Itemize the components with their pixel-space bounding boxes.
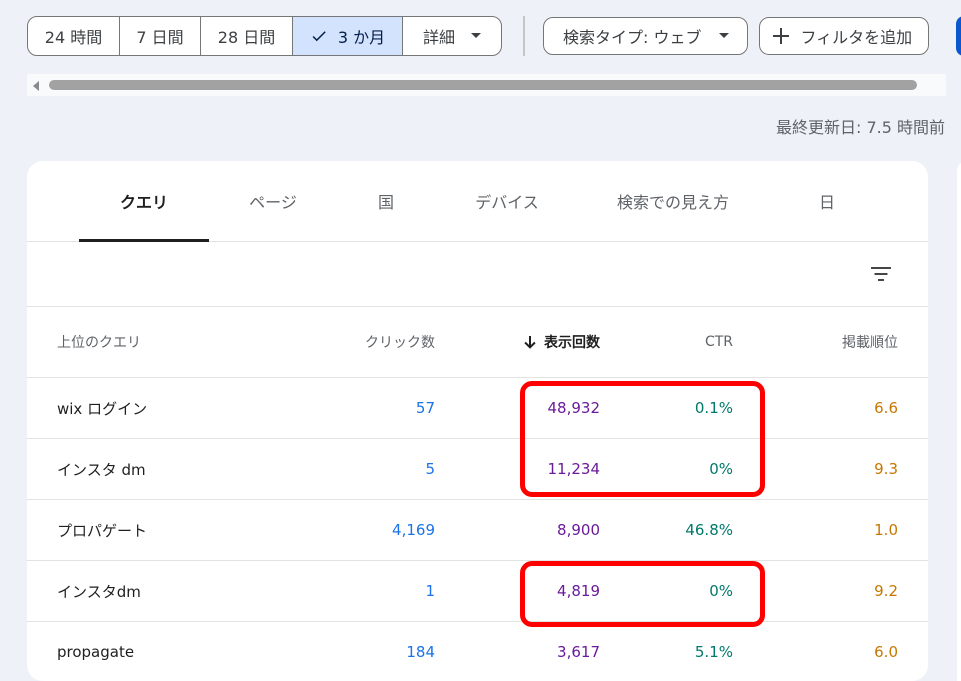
ctr-cell: 0% <box>709 582 733 600</box>
column-header-ctr[interactable]: CTR <box>705 307 733 377</box>
tab-search-appearance[interactable]: 検索での見え方 <box>599 161 747 241</box>
query-cell: インスタdm <box>57 582 141 601</box>
range-label: 28 日間 <box>217 28 276 47</box>
impressions-cell: 3,617 <box>557 643 600 661</box>
search-type-dropdown[interactable]: 検索タイプ: ウェブ <box>543 17 749 55</box>
range-24h-button[interactable]: 24 時間 <box>28 17 120 55</box>
tab-label: 国 <box>377 193 394 212</box>
last-updated-text: 最終更新日: 7.5 時間前 <box>775 118 945 137</box>
filter-bar: 24 時間 7 日間 28 日間 3 か月 詳細 検索タイプ: ウェブ フィルタ… <box>27 16 930 56</box>
tab-queries[interactable]: クエリ <box>79 161 209 242</box>
horizontal-scrollbar[interactable] <box>27 74 946 96</box>
column-header-impressions[interactable]: 表示回数 <box>522 307 600 377</box>
chevron-down-icon <box>719 33 730 39</box>
export-button-edge[interactable] <box>956 16 961 56</box>
tab-label: 検索での見え方 <box>616 193 729 212</box>
clicks-cell: 57 <box>415 399 435 417</box>
impressions-cell: 48,932 <box>547 399 601 417</box>
impressions-cell: 4,819 <box>557 582 600 600</box>
scroll-left-arrow-icon[interactable] <box>33 81 39 91</box>
toolbar-divider <box>523 16 525 56</box>
range-28d-button[interactable]: 28 日間 <box>201 17 293 55</box>
range-7d-button[interactable]: 7 日間 <box>120 17 201 55</box>
table-row[interactable]: プロパゲート 4,169 8,900 46.8% 1.0 <box>27 500 928 561</box>
tab-label: デバイス <box>475 193 539 212</box>
query-cell: wix ログイン <box>57 399 148 418</box>
search-type-label: 検索タイプ: ウェブ <box>563 28 702 47</box>
ctr-cell: 46.8% <box>685 521 733 539</box>
ctr-cell: 0.1% <box>694 399 733 417</box>
range-label: 3 か月 <box>337 28 386 47</box>
range-custom-button[interactable]: 詳細 <box>403 17 501 55</box>
ctr-cell: 5.1% <box>694 643 733 661</box>
filter-rows-icon[interactable] <box>869 262 893 286</box>
table-toolbar <box>27 242 928 307</box>
query-cell: propagate <box>57 643 135 661</box>
impressions-cell: 11,234 <box>547 460 601 478</box>
tab-countries[interactable]: 国 <box>345 161 427 241</box>
query-cell: プロパゲート <box>57 521 148 540</box>
clicks-cell: 5 <box>425 460 435 478</box>
clicks-cell: 184 <box>406 643 435 661</box>
check-icon <box>310 27 328 45</box>
table-row[interactable]: インスタ dm 5 11,234 0% 9.3 <box>27 439 928 500</box>
column-header-query[interactable]: 上位のクエリ <box>57 307 141 377</box>
position-cell: 1.0 <box>874 521 898 539</box>
column-header-clicks[interactable]: クリック数 <box>365 307 435 377</box>
plus-icon <box>772 27 790 45</box>
date-range-group: 24 時間 7 日間 28 日間 3 か月 詳細 <box>27 16 502 56</box>
performance-card: クエリ ページ 国 デバイス 検索での見え方 日 上位のクエリ クリック数 表示… <box>27 161 928 681</box>
position-cell: 6.0 <box>874 643 898 661</box>
column-header-position[interactable]: 掲載順位 <box>842 307 898 377</box>
position-cell: 6.6 <box>874 399 898 417</box>
range-3m-button[interactable]: 3 か月 <box>293 17 403 55</box>
column-header-label: 表示回数 <box>544 335 600 351</box>
chevron-down-icon <box>471 33 481 39</box>
tab-dates[interactable]: 日 <box>797 161 857 241</box>
table-row[interactable]: wix ログイン 57 48,932 0.1% 6.6 <box>27 378 928 439</box>
tab-pages[interactable]: ページ <box>219 161 327 241</box>
add-filter-button[interactable]: フィルタを追加 <box>759 17 930 55</box>
arrow-down-icon <box>522 334 538 350</box>
tab-label: クエリ <box>119 193 168 212</box>
table-row[interactable]: インスタdm 1 4,819 0% 9.2 <box>27 561 928 622</box>
range-label: 詳細 <box>422 28 455 47</box>
position-cell: 9.3 <box>874 460 898 478</box>
range-label: 24 時間 <box>44 28 103 47</box>
query-cell: インスタ dm <box>57 460 146 479</box>
impressions-cell: 8,900 <box>557 521 600 539</box>
clicks-cell: 4,169 <box>392 521 435 539</box>
scrollbar-thumb[interactable] <box>49 80 917 90</box>
clicks-cell: 1 <box>425 582 435 600</box>
tab-label: 日 <box>818 193 835 212</box>
adjacent-panel-edge <box>957 161 961 681</box>
tab-label: ページ <box>249 193 297 212</box>
tab-devices[interactable]: デバイス <box>447 161 567 241</box>
range-label: 7 日間 <box>136 28 184 47</box>
table-row[interactable]: propagate 184 3,617 5.1% 6.0 <box>27 622 928 681</box>
table-body: wix ログイン 57 48,932 0.1% 6.6 インスタ dm 5 11… <box>27 378 928 681</box>
table-header: 上位のクエリ クリック数 表示回数 CTR 掲載順位 <box>27 307 928 378</box>
position-cell: 9.2 <box>874 582 898 600</box>
dimension-tabs: クエリ ページ 国 デバイス 検索での見え方 日 <box>27 161 928 242</box>
ctr-cell: 0% <box>709 460 733 478</box>
add-filter-label: フィルタを追加 <box>800 28 913 47</box>
